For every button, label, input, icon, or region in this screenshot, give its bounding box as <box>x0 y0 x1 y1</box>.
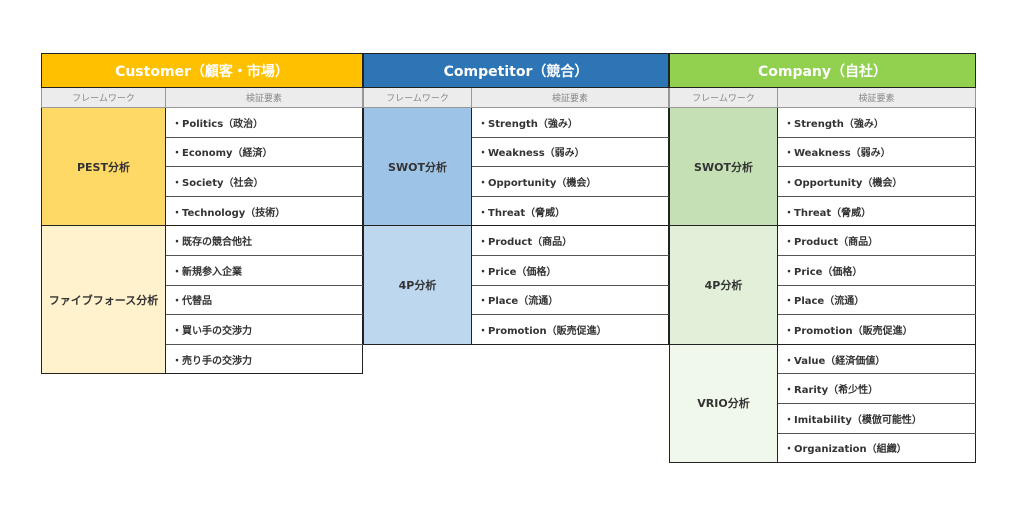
framework-cell: 4P分析 <box>669 225 778 345</box>
element-cell: ・売り手の交渉力 <box>165 343 363 375</box>
competitor-table: Competitor（競合） フレームワーク 検証要素 SWOT分析 ・Strength… <box>363 53 669 345</box>
element-cell: ・Place（流通） <box>777 284 976 316</box>
company-subheader-elements: 検証要素 <box>777 87 976 108</box>
element-cell: ・Society（社会） <box>165 166 363 197</box>
element-cell: ・Technology（技術） <box>165 195 363 227</box>
table-row: VRIO分析 ・Value（経済価値） <box>669 343 976 464</box>
framework-cell: ファイブフォース分析 <box>41 225 166 375</box>
element-cell: ・Rarity（希少性） <box>777 373 976 404</box>
element-cell: ・Promotion（販売促進） <box>471 314 669 345</box>
framework-cell: 4P分析 <box>363 225 472 345</box>
element-cell: ・Weakness（弱み） <box>777 136 976 168</box>
element-cell: ・Promotion（販売促進） <box>777 314 976 345</box>
customer-table: Customer（顧客・市場） フレームワーク 検証要素 PEST分析 ・Politic… <box>41 53 363 375</box>
element-cell: ・Imitability（模倣可能性） <box>777 402 976 434</box>
framework-cell: SWOT分析 <box>363 106 472 227</box>
table-row: SWOT分析 ・Strength（強み） <box>669 106 976 227</box>
customer-subheader-framework: フレームワーク <box>41 87 166 108</box>
table-row: 4P分析 ・Product（商品） <box>363 225 669 345</box>
element-cell: ・Weakness（弱み） <box>471 136 669 168</box>
framework-cell: PEST分析 <box>41 106 166 227</box>
element-cell: ・Strength（強み） <box>471 107 669 138</box>
element-cell: ・代替品 <box>165 284 363 316</box>
table-row: 4P分析 ・Product（商品） <box>669 225 976 345</box>
company-table: Company（自社） フレームワーク 検証要素 SWOT分析 ・Strength（強み… <box>669 53 976 464</box>
company-subheader-framework: フレームワーク <box>669 87 778 108</box>
framework-cell: VRIO分析 <box>669 343 778 464</box>
element-cell: ・Value（経済価値） <box>777 343 976 375</box>
table-row: ファイブフォース分析 ・既存の競合他社 <box>41 225 363 375</box>
company-header: Company（自社） <box>669 53 976 88</box>
element-cell: ・Strength（強み） <box>777 107 976 138</box>
element-cell: ・Organization（組織） <box>777 432 976 464</box>
table-row: SWOT分析 ・Strength（強み） <box>363 106 669 227</box>
element-cell: ・Opportunity（機会） <box>777 166 976 197</box>
element-cell: ・Price（価格） <box>471 254 669 286</box>
framework-cell: SWOT分析 <box>669 106 778 227</box>
element-cell: ・Opportunity（機会） <box>471 166 669 197</box>
table-row: PEST分析 ・Politics（政治） <box>41 106 363 227</box>
element-cell: ・Economy（経済） <box>165 136 363 168</box>
customer-header: Customer（顧客・市場） <box>41 53 363 88</box>
element-cell: ・新規参入企業 <box>165 254 363 286</box>
competitor-header: Competitor（競合） <box>363 53 669 88</box>
element-cell: ・買い手の交渉力 <box>165 314 363 345</box>
competitor-subheader-elements: 検証要素 <box>471 87 669 108</box>
customer-subheader-elements: 検証要素 <box>165 87 363 108</box>
element-cell: ・Product（商品） <box>777 225 976 256</box>
element-cell: ・Threat（脅威） <box>471 195 669 227</box>
element-cell: ・Politics（政治） <box>165 107 363 138</box>
element-cell: ・Threat（脅威） <box>777 195 976 227</box>
element-cell: ・既存の競合他社 <box>165 225 363 256</box>
competitor-subheader-framework: フレームワーク <box>363 87 472 108</box>
element-cell: ・Product（商品） <box>471 225 669 256</box>
element-cell: ・Place（流通） <box>471 284 669 316</box>
element-cell: ・Price（価格） <box>777 254 976 286</box>
